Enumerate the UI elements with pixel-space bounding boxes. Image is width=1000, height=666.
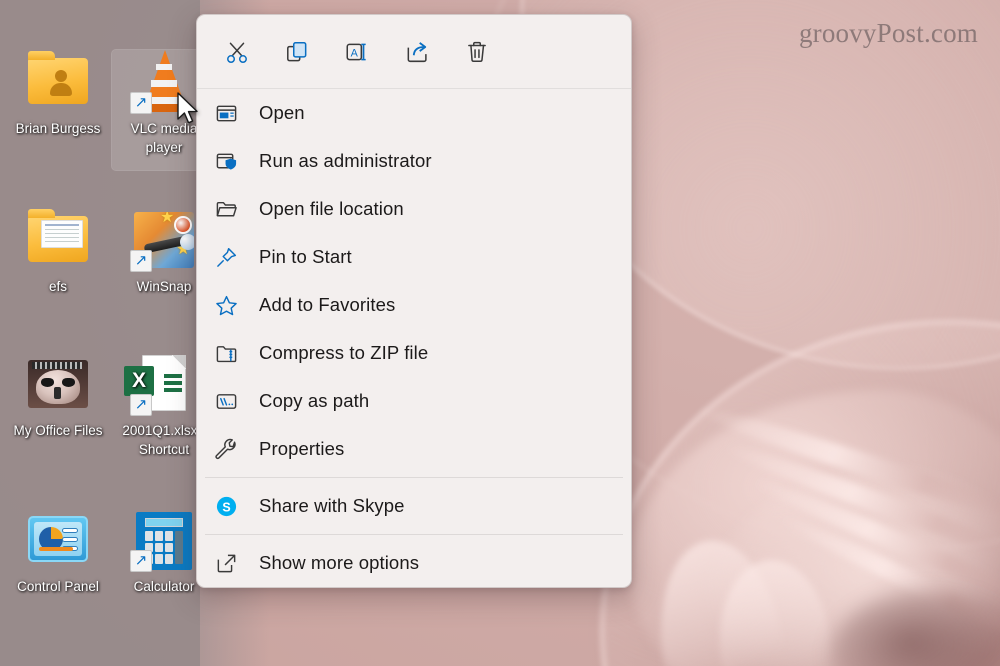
svg-text:A: A bbox=[351, 47, 359, 59]
user-folder-icon bbox=[24, 50, 92, 114]
menu-separator-2 bbox=[205, 534, 623, 535]
control-panel-icon bbox=[24, 508, 92, 572]
copy-icon bbox=[284, 39, 310, 65]
menu-row: Show more options Shift+F10 bbox=[197, 539, 631, 587]
folder-icon bbox=[215, 195, 245, 223]
desktop-icon-label: efs bbox=[48, 279, 67, 294]
document-folder-icon bbox=[24, 208, 92, 272]
vlc-cone-icon: ↗ bbox=[130, 50, 198, 114]
svg-text:S: S bbox=[222, 500, 230, 514]
menu-item-properties[interactable]: Properties bbox=[197, 425, 631, 473]
delete-button[interactable] bbox=[447, 30, 507, 74]
menu-row: Run as administrator bbox=[197, 137, 631, 185]
cut-button[interactable] bbox=[207, 30, 267, 74]
menu-item-label: Compress to ZIP file bbox=[259, 342, 429, 363]
menu-item-copy-as-path[interactable]: Copy as path bbox=[197, 377, 631, 425]
pin-icon bbox=[215, 243, 245, 271]
copy-path-icon bbox=[215, 387, 245, 415]
menu-item-open[interactable]: Open bbox=[197, 89, 631, 137]
desktop-screen: groovyPost.com Brian Burgess ↗ VLC media… bbox=[0, 0, 1000, 666]
zip-folder-icon bbox=[215, 339, 245, 367]
shortcut-arrow-icon: ↗ bbox=[130, 250, 152, 272]
share-icon bbox=[404, 39, 430, 65]
menu-item-add-to-favorites[interactable]: Add to Favorites bbox=[197, 281, 631, 329]
menu-item-label: Open file location bbox=[259, 198, 404, 219]
menu-row: S Share with Skype bbox=[197, 482, 631, 530]
expand-arrow-icon bbox=[215, 549, 245, 577]
shortcut-arrow-icon: ↗ bbox=[130, 394, 152, 416]
menu-item-label: Show more options bbox=[259, 552, 420, 573]
picture-folder-icon bbox=[24, 352, 92, 416]
scissors-icon bbox=[224, 39, 250, 65]
rename-icon: A bbox=[344, 39, 370, 65]
shield-window-icon bbox=[215, 147, 245, 175]
winsnap-icon: ★ ★ ★ ↗ bbox=[130, 208, 198, 272]
desktop-icon-control-panel[interactable]: Control Panel bbox=[6, 508, 110, 596]
desktop-icon-label: Control Panel bbox=[17, 579, 99, 594]
menu-item-share-with-skype[interactable]: S Share with Skype bbox=[197, 482, 631, 530]
menu-item-label: Share with Skype bbox=[259, 495, 405, 516]
menu-row: Open file location bbox=[197, 185, 631, 233]
desktop-icon-efs[interactable]: efs bbox=[6, 208, 110, 296]
menu-row: Compress to ZIP file bbox=[197, 329, 631, 377]
menu-item-open-file-location[interactable]: Open file location bbox=[197, 185, 631, 233]
menu-item-label: Copy as path bbox=[259, 390, 370, 411]
copy-button[interactable] bbox=[267, 30, 327, 74]
menu-row: Add to Favorites bbox=[197, 281, 631, 329]
watermark-text: groovyPost.com bbox=[798, 18, 978, 48]
wrench-icon bbox=[215, 435, 245, 463]
context-menu-toolbar: A bbox=[197, 15, 631, 89]
menu-item-pin-to-start[interactable]: Pin to Start bbox=[197, 233, 631, 281]
menu-item-label: Run as administrator bbox=[259, 150, 432, 171]
excel-document-icon: X ↗ bbox=[124, 352, 198, 416]
desktop-icon-label: Brian Burgess bbox=[15, 121, 101, 136]
menu-item-compress-to-zip-file[interactable]: Compress to ZIP file bbox=[197, 329, 631, 377]
menu-item-run-as-administrator[interactable]: Run as administrator bbox=[197, 137, 631, 185]
skype-icon: S bbox=[215, 492, 245, 520]
menu-row: Copy as path Ctrl+Shift+C bbox=[197, 377, 631, 425]
shortcut-arrow-icon: ↗ bbox=[130, 550, 152, 572]
trash-icon bbox=[464, 39, 490, 65]
menu-item-label: Pin to Start bbox=[259, 246, 352, 267]
menu-row: Properties Alt+Enter bbox=[197, 425, 631, 473]
open-window-icon bbox=[215, 99, 245, 127]
menu-item-label: Properties bbox=[259, 438, 345, 459]
menu-row: Open Enter bbox=[197, 89, 631, 137]
menu-row: Pin to Start bbox=[197, 233, 631, 281]
wallpaper-fold-1 bbox=[694, 400, 1000, 526]
context-menu: A Open Run as administrator Open file lo… bbox=[196, 14, 632, 588]
menu-item-label: Add to Favorites bbox=[259, 294, 396, 315]
shortcut-arrow-icon: ↗ bbox=[130, 92, 152, 114]
calculator-icon: ↗ bbox=[130, 508, 198, 572]
desktop-icon-label: My Office Files bbox=[13, 423, 103, 438]
share-button[interactable] bbox=[387, 30, 447, 74]
desktop-icon-brian-burgess[interactable]: Brian Burgess bbox=[6, 50, 110, 138]
menu-item-label: Open bbox=[259, 102, 305, 123]
desktop-icon-my-office-files[interactable]: My Office Files bbox=[6, 352, 110, 440]
menu-item-show-more-options[interactable]: Show more options bbox=[197, 539, 631, 587]
rename-button[interactable]: A bbox=[327, 30, 387, 74]
star-icon bbox=[215, 291, 245, 319]
menu-separator-1 bbox=[205, 477, 623, 478]
wallpaper-shadow bbox=[830, 590, 1000, 666]
